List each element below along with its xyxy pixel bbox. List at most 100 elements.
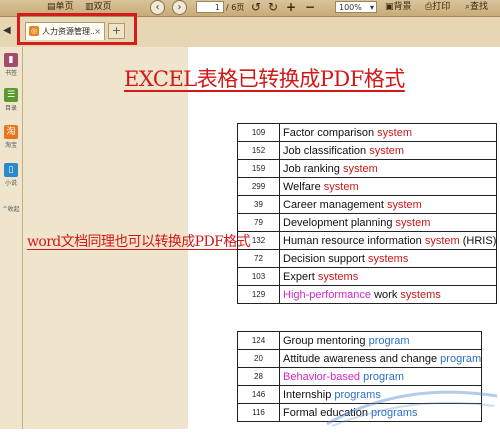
term-segment: Career management [283,198,387,211]
sidebar-item-contents[interactable]: ☰ 目录 [1,88,21,112]
table-row: 72 Decision support systems [237,249,498,268]
term-segment: Attitude awareness and change [283,352,441,365]
sidebar-item-label: 淘宝 [4,142,17,149]
term-segment: system [424,234,460,247]
term-segment: system [323,180,359,193]
zoom-out-icon[interactable]: − [305,1,315,14]
table-row: 124 Group mentoring program [237,331,483,350]
row-term: Job ranking system [278,159,498,178]
row-number: 109 [237,123,280,142]
row-number: 124 [237,331,280,350]
term-segment: systems [400,288,441,301]
sidebar-item-taobao[interactable]: 淘 淘宝 [1,125,21,149]
term-segment: systems [368,252,409,265]
row-term: Attitude awareness and change program [278,349,483,368]
row-number: 39 [237,195,280,214]
term-segment: Job classification [283,144,370,157]
side-note: word文档同理也可以转换成PDF格式 [27,234,251,250]
row-term: Decision support systems [278,249,498,268]
sidebar-item-novel[interactable]: ▯ 小说 [1,163,21,187]
find-label: 查找 [470,2,489,12]
taobao-icon: 淘 [4,125,18,139]
page-number-input[interactable]: 1 [196,1,224,13]
zoom-in-icon[interactable]: + [286,1,296,14]
table-row: 152 Job classification system [237,141,498,160]
system-table: 109 Factor comparison system 152 Job classi… [237,123,498,304]
row-number: 79 [237,213,280,232]
term-segment: system [369,144,405,157]
term-segment: program [440,352,482,365]
back-arrow-icon[interactable]: ◀ [3,25,11,36]
double-page-label: 双页 [93,2,112,12]
zoom-select[interactable]: 100% ▾ [335,1,377,13]
term-segment: (HRIS) [459,234,497,247]
print-button[interactable]: ⎙打印 [425,1,450,14]
row-number: 116 [237,403,280,422]
term-segment: work [371,288,401,301]
row-number: 28 [237,367,280,386]
sidebar: ▮ 书签 ☰ 目录 淘 淘宝 ▯ 小说 ^收起 [0,47,23,429]
row-term: Welfare system [278,177,498,196]
sidebar-collapse-button[interactable]: ^收起 [1,203,21,213]
row-number: 159 [237,159,280,178]
single-page-icon: ▤ [47,2,56,12]
term-segment: system [386,198,422,211]
bookmark-icon: ▮ [4,53,18,67]
term-segment: Job ranking [283,162,343,175]
term-segment: Welfare [283,180,324,193]
print-label: 打印 [432,2,451,12]
rotate-left-icon[interactable]: ↺ [251,1,261,14]
term-segment: Group mentoring [283,334,369,347]
term-segment: High-performance [283,288,372,301]
row-number: 72 [237,249,280,268]
row-number: 20 [237,349,280,368]
row-term: High-performance work systems [278,285,498,304]
row-number: 152 [237,141,280,160]
page-heading: EXCEL表格已转换成PDF格式 [124,67,405,91]
term-segment: system [342,162,378,175]
table-row: 159 Job ranking system [237,159,498,178]
list-icon: ☰ [4,88,18,102]
term-segment: Human resource information [283,234,425,247]
prev-page-icon[interactable]: ‹ [150,0,165,15]
term-segment: systems [317,270,359,283]
term-segment: Decision support [283,252,368,265]
find-button[interactable]: ⌕查找 [465,1,488,14]
collapse-label: ^收起 [1,204,21,213]
term-segment: Factor comparison [283,126,378,139]
chevron-down-icon: ▾ [369,3,374,12]
term-segment: program [368,334,410,347]
table-row: 39 Career management system [237,195,498,214]
row-term: Factor comparison system [278,123,498,142]
double-page-icon: ▥ [85,2,94,12]
table-row: 299 Welfare system [237,177,498,196]
row-term: Group mentoring program [278,331,483,350]
collapse-text: 收起 [7,206,20,213]
row-number: 146 [237,385,280,404]
sidebar-item-label: 书签 [4,70,17,77]
next-page-icon[interactable]: › [172,0,187,15]
table-row: 103 Expert systems [237,267,498,286]
background-label: 背景 [393,2,412,12]
watermark-swoosh-icon [326,390,498,427]
term-segment: Expert [283,270,318,283]
watermark [322,376,500,429]
term-segment: system [395,216,431,229]
row-term: Expert systems [278,267,498,286]
zoom-value: 100% [339,3,362,12]
sidebar-item-label: 小说 [4,180,17,187]
sidebar-item-bookmarks[interactable]: ▮ 书签 [1,53,21,77]
row-term: Human resource information system (HRIS) [278,231,498,250]
table-row: 109 Factor comparison system [237,123,498,142]
table-row: 20 Attitude awareness and change program [237,349,483,368]
row-number: 299 [237,177,280,196]
rotate-right-icon[interactable]: ↻ [268,1,278,14]
book-icon: ▯ [4,163,18,177]
row-number: 103 [237,267,280,286]
row-number: 132 [237,231,280,250]
sidebar-item-label: 目录 [4,105,17,112]
row-term: Job classification system [278,141,498,160]
background-button[interactable]: ▣背景 [385,1,412,14]
table-row: 129 High-performance work systems [237,285,498,304]
row-term: Development planning system [278,213,498,232]
